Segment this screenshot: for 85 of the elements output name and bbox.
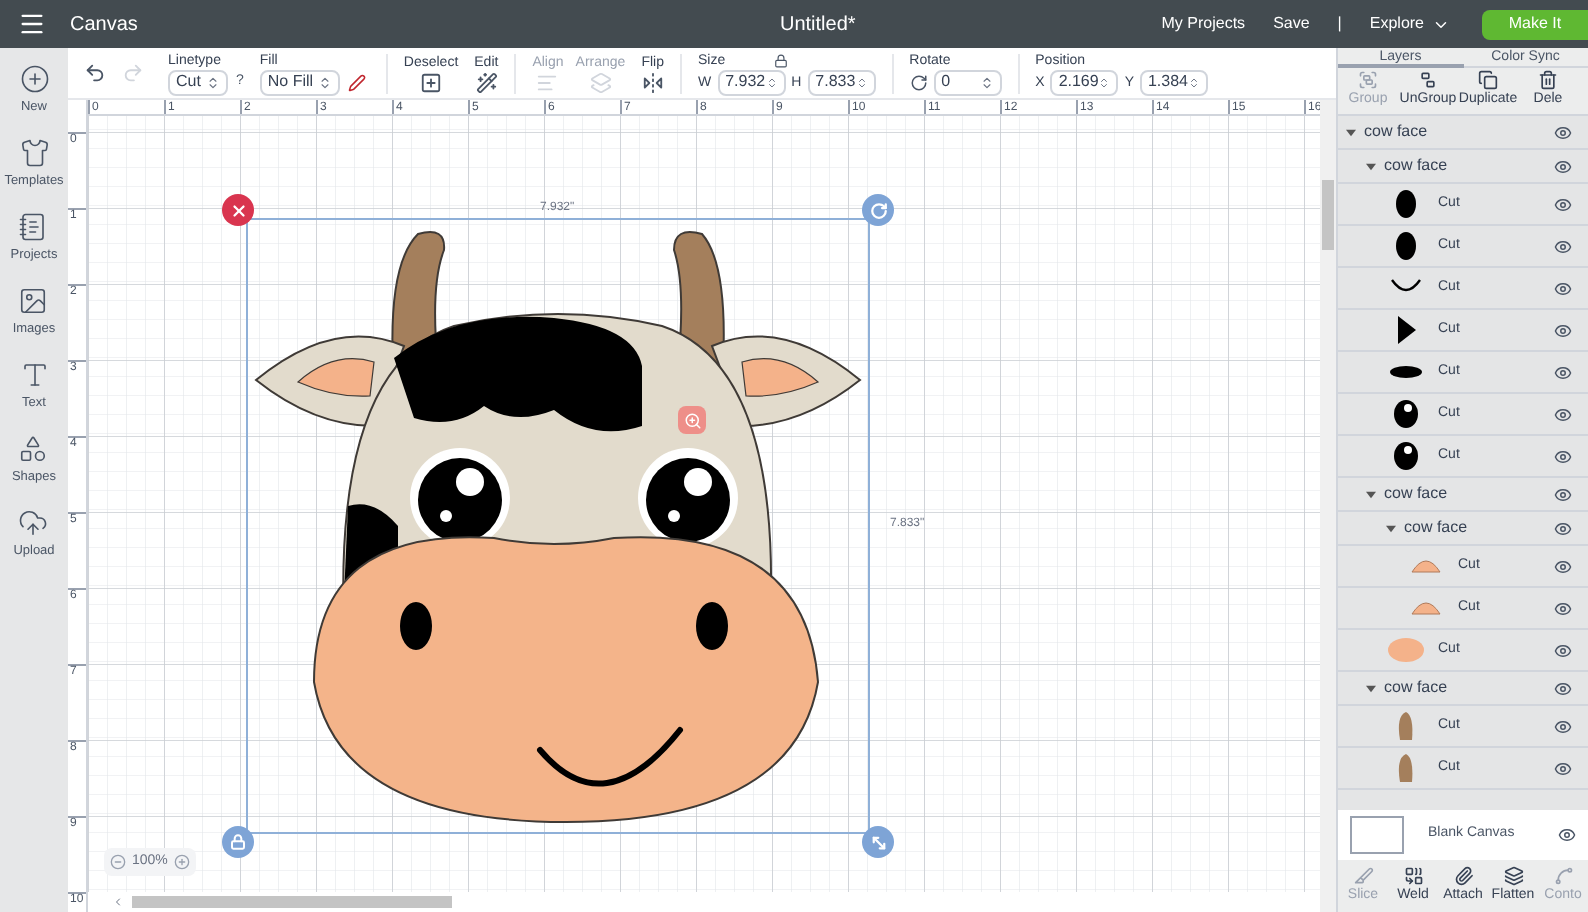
sidebar-icon [19,138,49,168]
visibility-icon[interactable] [1554,195,1572,213]
sidebar-icon [18,212,49,242]
action-icon [1553,865,1573,886]
rotate-field[interactable]: 0 [933,69,1002,95]
flip-icon[interactable] [641,71,664,93]
vertical-scrollbar[interactable] [1322,180,1334,250]
stepper-icon [1098,75,1111,89]
close-icon [229,201,247,219]
resize-icon [869,833,887,851]
stepper-icon [855,75,868,89]
fill-dropdown[interactable]: No Fill [259,69,340,95]
layer-name: cow face [1364,120,1430,144]
app-title: Canvas [70,11,138,39]
visibility-icon[interactable] [1554,157,1572,175]
stepper-icon [1188,75,1200,89]
canvas-swatch [1350,816,1404,854]
stepper-icon [979,75,994,89]
visibility-icon[interactable] [1554,321,1572,339]
caret-icon[interactable] [1366,161,1376,171]
caret-icon[interactable] [1346,127,1356,137]
caret-icon[interactable] [1386,523,1396,533]
layer-name: cow face [1384,482,1450,506]
sidebar-icon [19,360,49,390]
visibility-icon[interactable] [1554,363,1572,381]
action-icon [1478,70,1498,91]
stepper-icon [765,75,778,89]
action-icon [1503,865,1523,886]
pen-icon[interactable] [347,73,366,91]
caret-icon[interactable] [1366,683,1376,693]
visibility-icon[interactable] [1554,485,1572,503]
visibility-icon[interactable] [1554,279,1572,297]
visibility-icon[interactable] [1554,123,1572,141]
zoom-icon [683,411,701,429]
sidebar-icon [18,286,49,316]
visibility-icon[interactable] [1554,759,1572,777]
stepper-icon [317,75,332,89]
document-title: Untitled* [778,11,858,39]
action-icon [1358,70,1378,91]
undo-icon[interactable] [84,62,106,84]
visibility-icon[interactable] [1554,447,1572,465]
menu-icon[interactable] [18,10,46,38]
explore-button[interactable]: Explore [1369,12,1450,36]
sidebar-icon [18,508,49,538]
layer-name: cow face [1384,154,1450,178]
y-field[interactable]: 1.384 [1139,69,1208,95]
visibility-icon[interactable] [1554,237,1572,255]
edit-icon[interactable] [475,71,498,93]
visibility-icon[interactable] [1554,557,1572,575]
deselect-icon[interactable] [420,71,443,93]
sidebar-icon [18,434,49,464]
lock-icon [230,834,246,850]
action-icon [1418,70,1438,91]
linetype-dropdown[interactable]: Cut [168,69,228,95]
layer-group-row[interactable]: cow face [1338,672,1588,706]
visibility-icon[interactable] [1554,519,1572,537]
width-field[interactable]: 7.932 [717,69,786,95]
horizontal-scrollbar[interactable] [132,896,452,908]
action-icon [1538,70,1558,91]
action-icon [1453,865,1473,886]
layer-group-row[interactable]: cow face [1338,512,1588,546]
separator: | [1337,12,1342,36]
action-icon [1403,865,1423,886]
stepper-icon [206,75,220,89]
layer-group-row[interactable]: cow face [1338,150,1588,184]
visibility-icon[interactable] [1554,717,1572,735]
rotate-icon [869,201,887,219]
height-field[interactable]: 7.833 [807,69,876,95]
layer-name: cow face [1404,516,1470,540]
layer-group-row[interactable]: cow face [1338,116,1588,150]
visibility-icon[interactable] [1554,405,1572,423]
visibility-icon[interactable] [1554,679,1572,697]
caret-icon[interactable] [1366,489,1376,499]
top-link[interactable]: My Projects [1161,12,1246,36]
visibility-icon[interactable] [1558,826,1576,844]
action-icon [1353,865,1373,886]
rotate-icon [909,73,928,91]
layer-group-row[interactable]: cow face [1338,478,1588,512]
x-field[interactable]: 2.169 [1050,69,1119,95]
sidebar-icon [19,64,49,94]
layer-name: cow face [1384,676,1450,700]
top-link[interactable]: Save [1273,12,1310,36]
visibility-icon[interactable] [1554,641,1572,659]
lock-icon[interactable] [773,53,788,67]
visibility-icon[interactable] [1554,599,1572,617]
